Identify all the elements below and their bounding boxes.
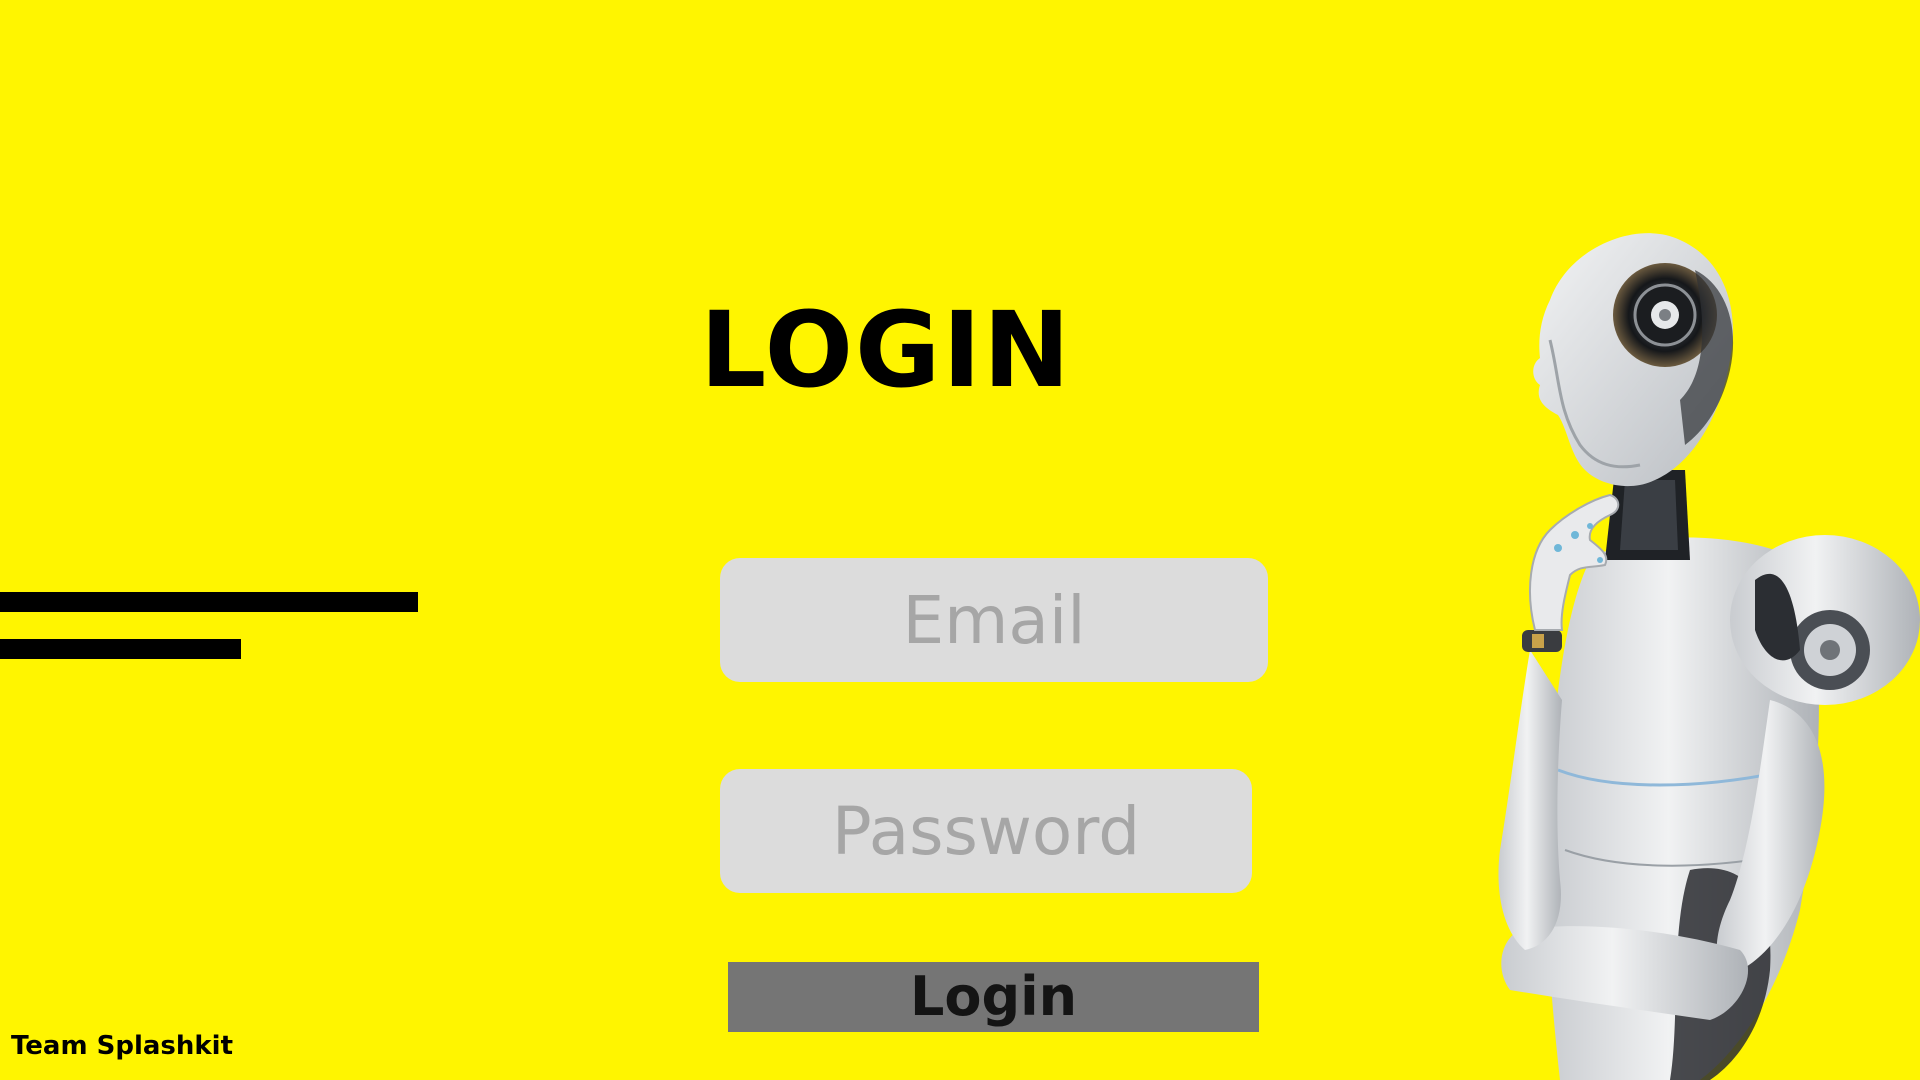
team-name-label: Team Splashkit <box>11 1031 234 1061</box>
robot-thinking-illustration <box>1498 233 1920 1080</box>
decorative-stripe-long <box>0 592 418 612</box>
decorative-stripe-short <box>0 639 241 659</box>
login-button[interactable]: Login <box>728 962 1259 1032</box>
password-input[interactable] <box>720 769 1252 893</box>
robot-arm <box>1498 650 1562 950</box>
page-title: LOGIN <box>700 289 1073 411</box>
email-input[interactable] <box>720 558 1268 682</box>
